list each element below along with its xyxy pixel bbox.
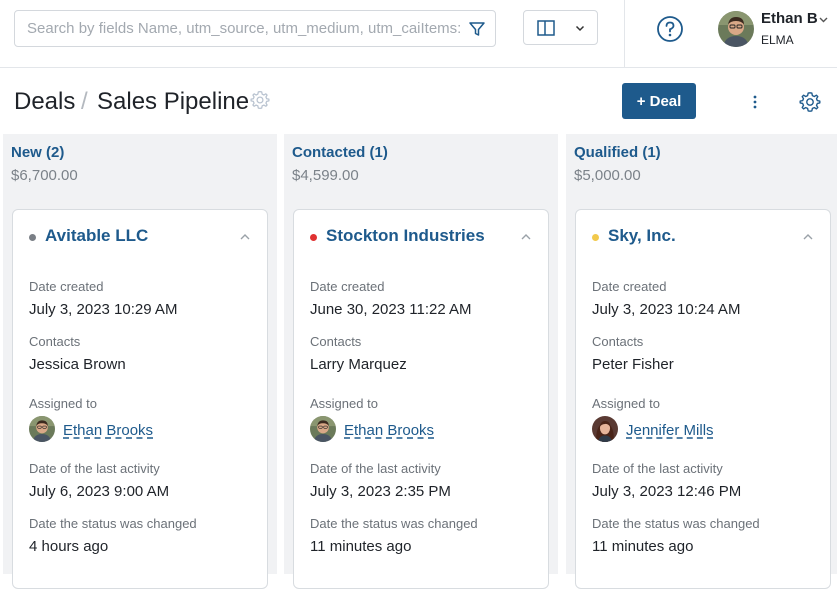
chevron-up-icon[interactable] <box>520 231 532 243</box>
user-org: ELMA <box>761 33 794 47</box>
status-changed-value: 11 minutes ago <box>310 538 412 555</box>
column-amount: $6,700.00 <box>11 167 78 184</box>
assigned-to-label: Assigned to <box>29 396 97 411</box>
chevron-down-icon <box>575 25 585 32</box>
deal-card[interactable]: Sky, Inc. Date created July 3, 2023 10:2… <box>575 209 831 589</box>
status-dot <box>310 234 317 241</box>
more-options-icon[interactable] <box>748 92 762 112</box>
column-amount: $5,000.00 <box>574 167 641 184</box>
column-contacted: Contacted (1) $4,599.00 Stockton Industr… <box>284 134 558 589</box>
contacts-label: Contacts <box>310 334 362 349</box>
settings-gear-icon[interactable] <box>799 91 821 113</box>
assigned-to-label: Assigned to <box>310 396 378 411</box>
help-icon[interactable] <box>656 15 684 43</box>
status-changed-label: Date the status was changed <box>29 516 197 531</box>
status-dot <box>29 234 36 241</box>
contact-value: Jessica Brown <box>29 356 126 373</box>
date-created-label: Date created <box>592 279 667 294</box>
deal-card[interactable]: Avitable LLC Date created July 3, 2023 1… <box>12 209 268 589</box>
add-deal-button[interactable]: + Deal <box>622 83 696 119</box>
deal-name[interactable]: Stockton Industries <box>326 226 485 246</box>
breadcrumb-deals[interactable]: Deals <box>14 88 75 116</box>
last-activity-value: July 3, 2023 12:46 PM <box>592 483 742 500</box>
contact-value: Peter Fisher <box>592 356 674 373</box>
user-avatar[interactable] <box>718 11 754 47</box>
columns-icon <box>537 20 555 36</box>
date-created-value: July 3, 2023 10:24 AM <box>592 301 741 318</box>
last-activity-value: July 3, 2023 2:35 PM <box>310 483 451 500</box>
date-created-value: July 3, 2023 10:29 AM <box>29 301 178 318</box>
assignee-avatar <box>29 416 55 442</box>
date-created-label: Date created <box>310 279 385 294</box>
user-menu-chevron-icon[interactable] <box>818 14 829 25</box>
column-amount: $4,599.00 <box>292 167 359 184</box>
chevron-up-icon[interactable] <box>802 231 814 243</box>
status-changed-label: Date the status was changed <box>310 516 478 531</box>
deal-card[interactable]: Stockton Industries Date created June 30… <box>293 209 549 589</box>
search-input[interactable] <box>27 11 461 46</box>
date-created-value: June 30, 2023 11:22 AM <box>310 301 472 318</box>
header-divider <box>624 0 625 68</box>
last-activity-label: Date of the last activity <box>592 461 723 476</box>
column-qualified: Qualified (1) $5,000.00 Sky, Inc. Date c… <box>566 134 837 589</box>
last-activity-label: Date of the last activity <box>29 461 160 476</box>
chevron-up-icon[interactable] <box>239 231 251 243</box>
status-dot <box>592 234 599 241</box>
assignee-avatar <box>310 416 336 442</box>
status-changed-label: Date the status was changed <box>592 516 760 531</box>
contacts-label: Contacts <box>592 334 644 349</box>
column-title[interactable]: New (2) <box>11 144 64 161</box>
column-new: New (2) $6,700.00 Avitable LLC Date crea… <box>3 134 277 589</box>
assignee-link[interactable]: Jennifer Mills <box>626 422 714 439</box>
contact-value: Larry Marquez <box>310 356 407 373</box>
user-name[interactable]: Ethan B <box>761 10 818 27</box>
page-title: Sales Pipeline <box>97 88 250 115</box>
column-title[interactable]: Qualified (1) <box>574 144 661 161</box>
search-box[interactable] <box>14 10 496 47</box>
deal-name[interactable]: Sky, Inc. <box>608 226 676 246</box>
column-title[interactable]: Contacted (1) <box>292 144 388 161</box>
breadcrumb-separator: / <box>81 88 88 115</box>
assigned-to-label: Assigned to <box>592 396 660 411</box>
deal-name[interactable]: Avitable LLC <box>45 226 148 246</box>
assignee-avatar <box>592 416 618 442</box>
last-activity-label: Date of the last activity <box>310 461 441 476</box>
assignee-link[interactable]: Ethan Brooks <box>344 422 434 439</box>
filter-icon[interactable] <box>467 19 487 39</box>
status-changed-value: 11 minutes ago <box>592 538 694 555</box>
top-bar: Ethan B ELMA <box>0 0 837 68</box>
date-created-label: Date created <box>29 279 104 294</box>
contacts-label: Contacts <box>29 334 81 349</box>
view-mode-button[interactable] <box>523 10 598 45</box>
last-activity-value: July 6, 2023 9:00 AM <box>29 483 170 500</box>
assignee-link[interactable]: Ethan Brooks <box>63 422 153 439</box>
pipeline-settings-icon[interactable] <box>250 90 270 110</box>
status-changed-value: 4 hours ago <box>29 538 109 555</box>
